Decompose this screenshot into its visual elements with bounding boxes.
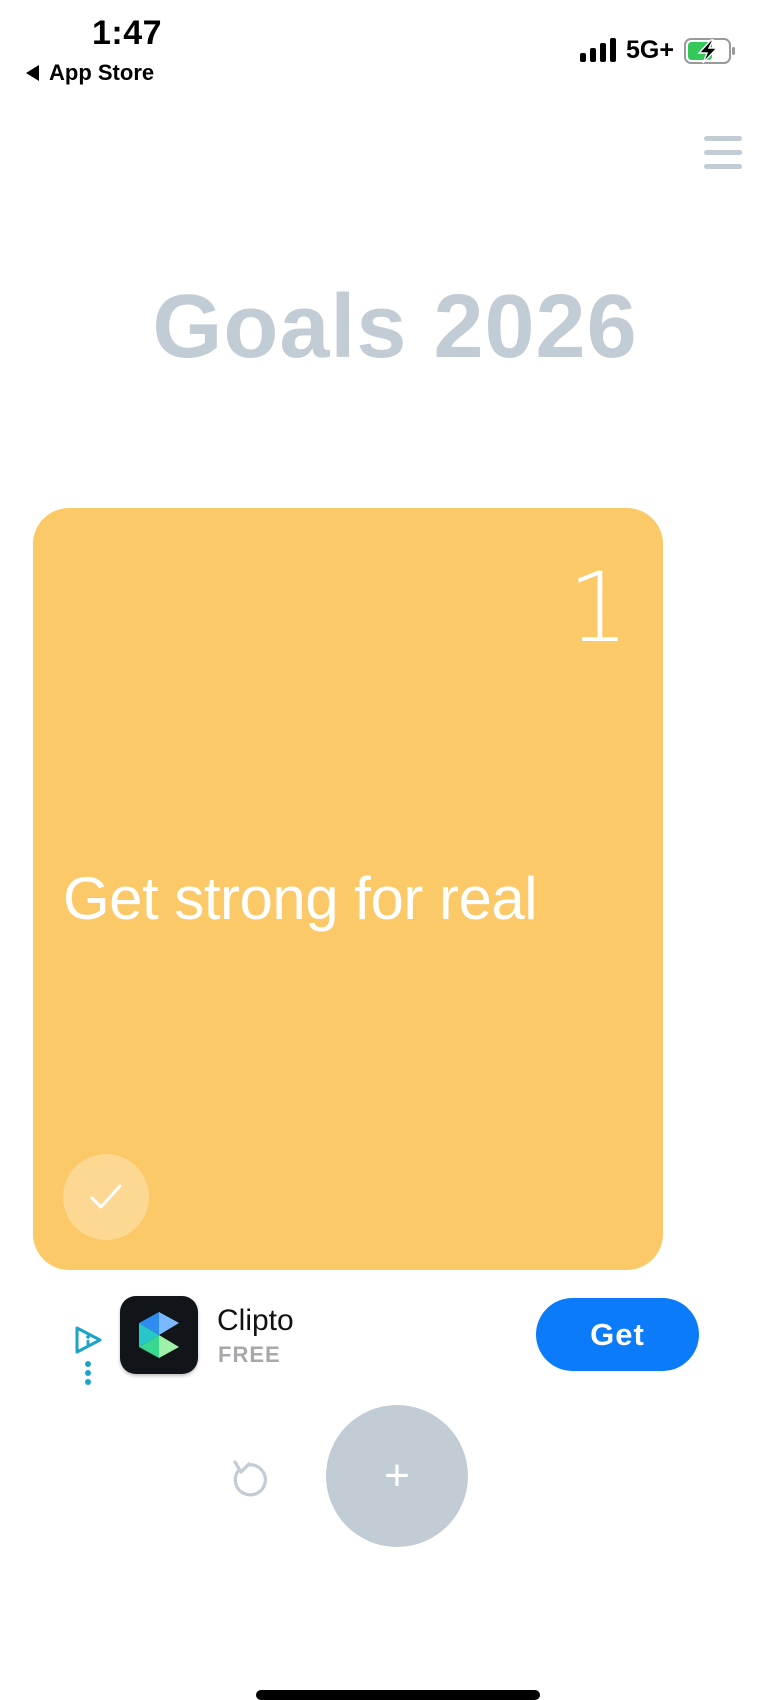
checkmark-icon: [90, 1184, 122, 1209]
ad-choices-icon[interactable]: [72, 1324, 108, 1386]
back-app-label: App Store: [49, 60, 155, 85]
complete-goal-button[interactable]: [63, 1154, 149, 1240]
battery-charging-icon: [684, 38, 735, 64]
goal-card[interactable]: 1 Get strong for real: [33, 508, 663, 1270]
hamburger-menu-icon[interactable]: [704, 136, 742, 170]
goal-text: Get strong for real: [63, 865, 538, 932]
clipto-app-icon[interactable]: [120, 1296, 198, 1374]
back-to-app-store[interactable]: App Store: [26, 60, 154, 86]
back-arrow-icon: [26, 65, 39, 81]
ad-get-button[interactable]: Get: [536, 1298, 699, 1371]
network-type: 5G+: [626, 36, 674, 64]
add-goal-button[interactable]: +: [326, 1405, 468, 1547]
home-indicator[interactable]: [256, 1690, 540, 1700]
undo-icon[interactable]: [230, 1456, 270, 1498]
goal-number: 1: [567, 552, 629, 664]
page-title: Goals 2026: [152, 277, 638, 377]
ad-app-name: Clipto: [217, 1304, 294, 1337]
cellular-signal-icon: [580, 36, 616, 62]
status-time: 1:47: [92, 14, 163, 52]
ad-app-price: FREE: [218, 1342, 281, 1367]
